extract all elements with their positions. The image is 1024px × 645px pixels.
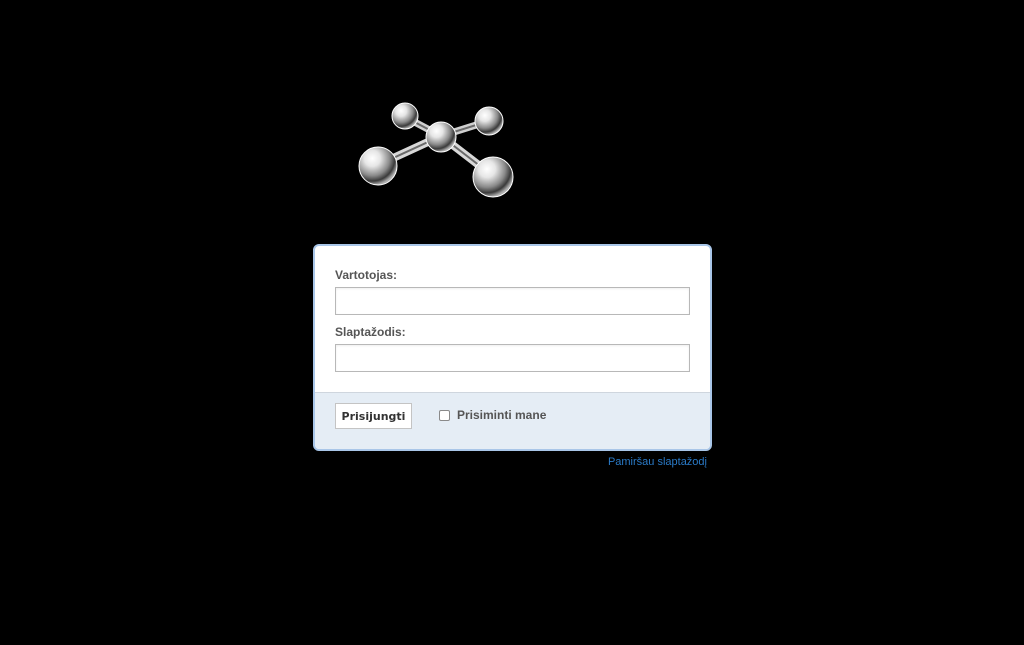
remember-me-label[interactable]: Prisiminti mane: [457, 408, 546, 422]
molecule-logo-icon: [358, 102, 514, 198]
login-form-footer: Prisijungti Prisiminti mane: [315, 393, 710, 449]
login-form-body: Vartotojas: Slaptažodis:: [315, 246, 710, 393]
password-input[interactable]: [335, 344, 690, 372]
remember-me[interactable]: Prisiminti mane: [439, 408, 546, 422]
login-box: Vartotojas: Slaptažodis: Prisijungti Pri…: [313, 244, 712, 451]
remember-me-checkbox[interactable]: [439, 409, 450, 421]
login-button[interactable]: Prisijungti: [335, 403, 412, 429]
password-label: Slaptažodis:: [335, 325, 406, 339]
forgot-password-link[interactable]: Pamiršau slaptažodį: [608, 456, 707, 468]
username-label: Vartotojas:: [335, 268, 398, 282]
username-input[interactable]: [335, 287, 690, 315]
login-page: Vartotojas: Slaptažodis: Prisijungti Pri…: [0, 0, 1024, 645]
